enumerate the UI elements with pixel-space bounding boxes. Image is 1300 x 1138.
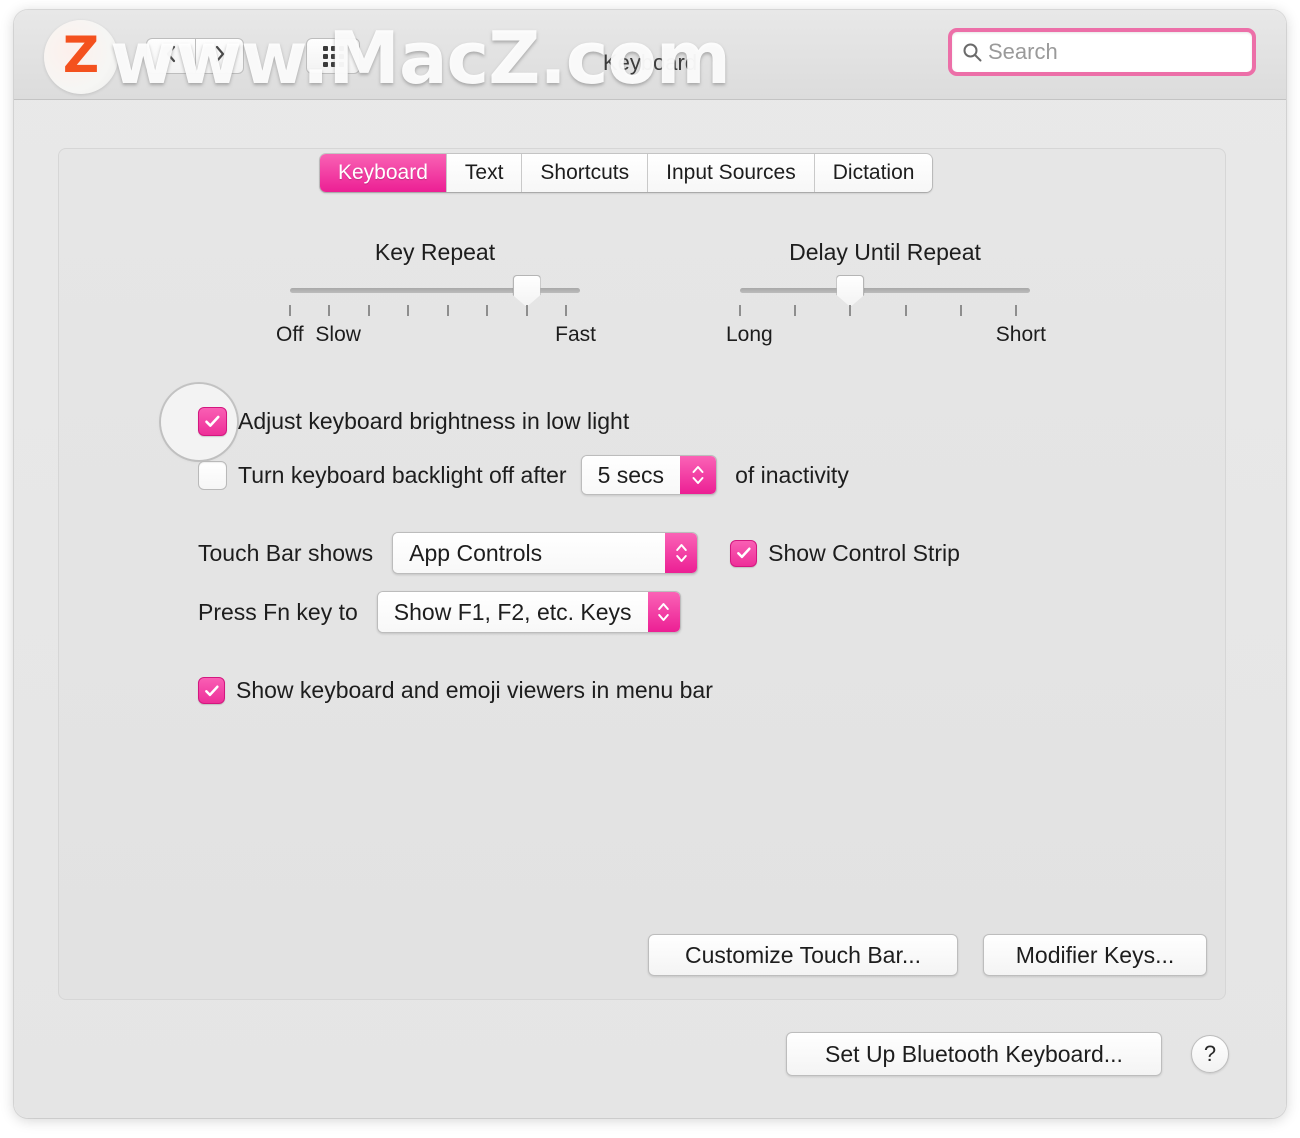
search-input-placeholder: Search: [988, 39, 1058, 64]
touch-bar-row: Touch Bar shows App Controls Show Contro…: [198, 532, 960, 574]
slider-tick: [407, 305, 410, 316]
modifier-keys-label: Modifier Keys...: [1015, 941, 1175, 968]
slider-tick: [525, 305, 528, 316]
checkmark-icon: [203, 412, 222, 431]
slider-tick: [486, 305, 489, 316]
adjust-brightness-row[interactable]: Adjust keyboard brightness in low light: [198, 407, 629, 436]
delay-labels: Long Short: [726, 323, 1046, 349]
backlight-off-label: Turn keyboard backlight off after: [238, 461, 567, 488]
slider-tick: [739, 305, 741, 316]
delay-slider-group: Delay Until Repeat Long Short: [726, 239, 1046, 349]
backlight-off-row[interactable]: Turn keyboard backlight off after 5 secs…: [198, 455, 849, 495]
question-mark-icon: ?: [1203, 1041, 1217, 1066]
help-button[interactable]: ?: [1191, 1035, 1229, 1073]
slider-tick: [565, 305, 567, 316]
customize-touch-bar-label: Customize Touch Bar...: [684, 941, 922, 968]
inactivity-stepper-value: 5 secs: [581, 456, 681, 494]
slider-label: Fast: [555, 323, 596, 346]
delay-thumb[interactable]: [836, 275, 865, 307]
control-strip-checkbox[interactable]: [730, 539, 758, 567]
delay-title: Delay Until Repeat: [789, 239, 981, 265]
fn-key-popup[interactable]: Show F1, F2, etc. Keys: [376, 591, 681, 633]
key-repeat-track[interactable]: [290, 275, 580, 307]
adjust-brightness-label: Adjust keyboard brightness in low light: [238, 408, 630, 434]
search-icon: [962, 42, 982, 62]
delay-ticks: [739, 305, 1030, 319]
keyboard-preferences-panel: Keyboard Text Shortcuts Input Sources Di…: [58, 148, 1226, 1000]
touch-bar-label: Touch Bar shows: [198, 539, 374, 566]
slider-tick: [1015, 305, 1017, 316]
window-footer: Set Up Bluetooth Keyboard... ?: [786, 1032, 1229, 1076]
tab-dictation-label: Dictation: [832, 161, 915, 184]
system-preferences-window: Keyboard Search Keyboard Text Shortcuts …: [14, 10, 1286, 1118]
backlight-off-checkbox[interactable]: [198, 460, 227, 490]
tab-shortcuts[interactable]: Shortcuts: [522, 154, 649, 192]
tab-input-sources-label: Input Sources: [666, 161, 796, 184]
fn-key-popup-value: Show F1, F2, etc. Keys: [377, 592, 648, 632]
tab-keyboard-label: Keyboard: [338, 161, 428, 184]
key-repeat-thumb[interactable]: [512, 275, 541, 307]
modifier-keys-button[interactable]: Modifier Keys...: [983, 934, 1207, 976]
slider-tick: [794, 305, 797, 316]
key-repeat-title: Key Repeat: [374, 239, 496, 265]
inactivity-stepper[interactable]: 5 secs: [580, 455, 718, 495]
tab-text-label: Text: [464, 161, 504, 184]
tab-text[interactable]: Text: [446, 154, 523, 192]
touch-bar-popup[interactable]: App Controls: [392, 532, 699, 574]
popup-arrows-icon[interactable]: [665, 533, 698, 573]
tab-shortcuts-label: Shortcuts: [540, 161, 630, 184]
slider-tick: [328, 305, 331, 316]
stepper-arrows-icon[interactable]: [680, 456, 717, 494]
key-repeat-slider-group: Key Repeat Off Slow Fast: [276, 239, 596, 349]
customize-touch-bar-button[interactable]: Customize Touch Bar...: [648, 934, 958, 976]
control-strip-label: Show Control Strip: [768, 539, 960, 566]
slider-tick: [289, 305, 291, 316]
slider-tick: [904, 305, 907, 316]
popup-arrows-icon[interactable]: [647, 592, 680, 632]
tab-input-sources[interactable]: Input Sources: [648, 154, 815, 192]
key-repeat-labels: Off Slow Fast: [276, 323, 596, 349]
inactivity-suffix-label: of inactivity: [735, 461, 849, 488]
title-bar: Keyboard Search: [14, 10, 1286, 100]
tab-keyboard[interactable]: Keyboard: [320, 154, 447, 192]
setup-bluetooth-keyboard-button[interactable]: Set Up Bluetooth Keyboard...: [786, 1032, 1162, 1076]
tab-bar: Keyboard Text Shortcuts Input Sources Di…: [320, 154, 933, 192]
control-strip-row[interactable]: Show Control Strip: [730, 539, 960, 567]
setup-bluetooth-keyboard-label: Set Up Bluetooth Keyboard...: [825, 1040, 1123, 1067]
slider-tick: [367, 305, 370, 316]
touch-bar-popup-value: App Controls: [393, 533, 666, 573]
fn-key-row: Press Fn key to Show F1, F2, etc. Keys: [198, 591, 681, 633]
slider-label: Off: [276, 323, 304, 346]
delay-track[interactable]: [740, 275, 1030, 307]
slider-tick: [849, 305, 852, 316]
slider-label: Slow: [315, 323, 361, 346]
key-repeat-ticks: [289, 305, 580, 319]
emoji-viewers-checkbox[interactable]: [198, 677, 225, 704]
slider-label: Long: [726, 323, 773, 346]
emoji-viewers-label: Show keyboard and emoji viewers in menu …: [236, 677, 713, 703]
panel-action-buttons: Customize Touch Bar... Modifier Keys...: [648, 934, 1207, 976]
slider-tick: [446, 305, 449, 316]
tab-dictation[interactable]: Dictation: [814, 154, 933, 192]
slider-label: Short: [995, 323, 1046, 346]
checkmark-icon: [203, 682, 221, 700]
search-field[interactable]: Search: [948, 28, 1256, 76]
emoji-viewers-row[interactable]: Show keyboard and emoji viewers in menu …: [198, 677, 713, 704]
checkmark-icon: [735, 544, 753, 562]
slider-tick: [959, 305, 962, 316]
adjust-brightness-checkbox[interactable]: [198, 407, 227, 436]
fn-key-label: Press Fn key to: [198, 598, 358, 625]
